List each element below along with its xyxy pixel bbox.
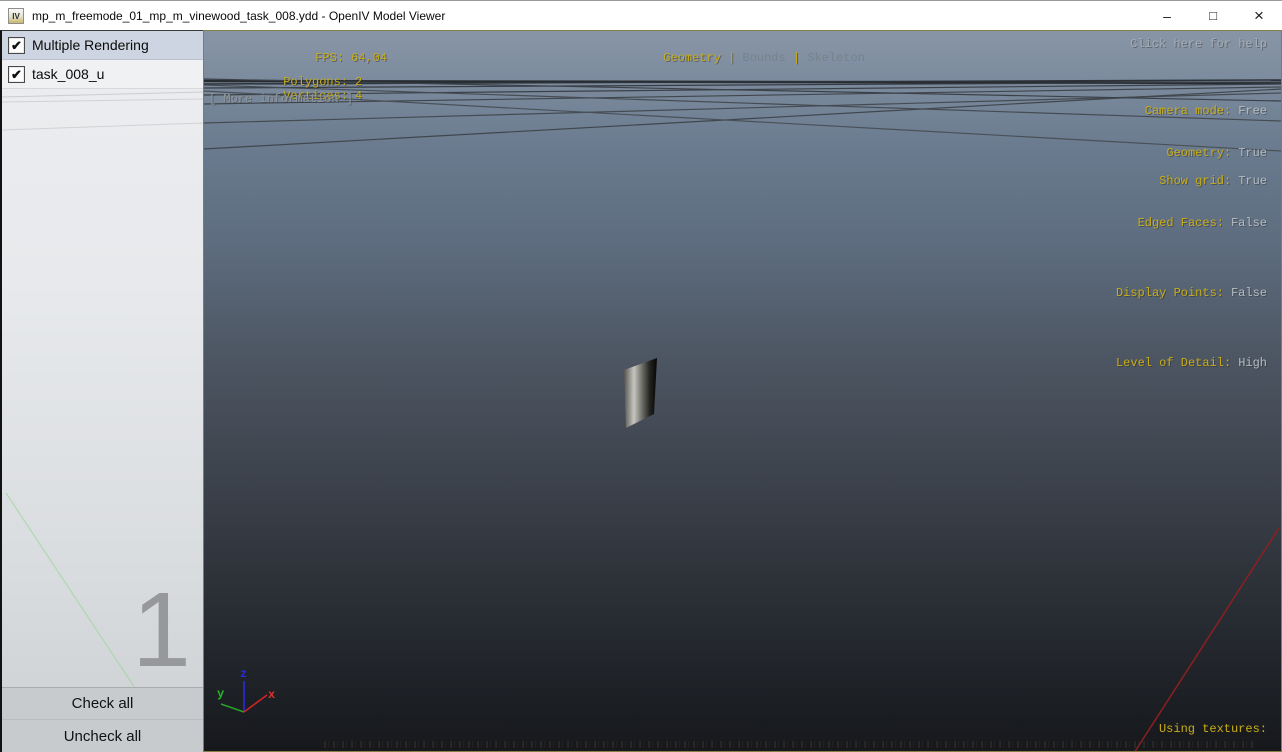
list-item-label: Multiple Rendering	[32, 37, 149, 53]
maximize-button[interactable]: □	[1190, 1, 1236, 30]
tab-bounds[interactable]: Bounds	[743, 51, 786, 65]
axis-gizmo	[220, 681, 268, 713]
list-item-multiple-rendering[interactable]: ✔ Multiple Rendering	[2, 31, 203, 60]
tab-separator: |	[785, 51, 808, 65]
clipped-bottom-artifact	[324, 741, 1254, 748]
edged-faces-label: Edged Faces:	[1137, 216, 1224, 230]
uncheck-all-button[interactable]: Uncheck all	[2, 719, 203, 752]
minimize-button[interactable]: –	[1144, 1, 1190, 30]
display-points-label: Display Points:	[1115, 286, 1224, 300]
list-actions: Check all Uncheck all	[2, 687, 203, 752]
title-bar: IV mp_m_freemode_01_mp_m_vinewood_task_0…	[0, 0, 1282, 30]
axis-y-label: y	[217, 687, 225, 701]
tab-separator: |	[720, 51, 743, 65]
model-mesh	[624, 358, 657, 428]
list-item-task-008-u[interactable]: ✔ task_008_u	[2, 60, 203, 89]
model-list-sidebar: ✔ Multiple Rendering ✔ task_008_u 1 Chec…	[0, 30, 203, 752]
3d-viewport-canvas[interactable]: z y x FPS: 64,04 Polygons: 2 Vertices: 4 [ …	[203, 30, 1282, 752]
model-count-watermark: 1	[132, 571, 191, 689]
axis-z-label: z	[240, 667, 248, 681]
window-title: mp_m_freemode_01_mp_m_vinewood_task_008.…	[32, 9, 446, 23]
tab-geometry[interactable]: Geometry	[663, 51, 721, 65]
openiv-model-viewer-window: IV mp_m_freemode_01_mp_m_vinewood_task_0…	[0, 0, 1282, 752]
close-button[interactable]: ×	[1236, 1, 1282, 30]
level-of-detail-label: Level of Detail:	[1115, 356, 1232, 370]
render-settings: Geometry: True Edged Faces: False Display …	[1058, 104, 1267, 412]
axis-x-label: x	[268, 688, 276, 702]
task-008-u-checkbox[interactable]: ✔	[8, 65, 25, 83]
check-all-button[interactable]: Check all	[2, 688, 203, 719]
list-item-label: task_008_u	[32, 66, 105, 82]
edged-faces-value[interactable]: False	[1231, 216, 1267, 230]
help-link[interactable]: Click here for help	[1130, 37, 1267, 51]
geometry-value[interactable]: True	[1238, 146, 1267, 160]
display-points-value[interactable]: False	[1231, 286, 1267, 300]
geometry-label: Geometry:	[1166, 146, 1232, 160]
tab-skeleton[interactable]: Skeleton	[807, 51, 865, 65]
using-textures-header: Using textures:	[1158, 722, 1267, 736]
app-icon: IV	[8, 8, 24, 24]
level-of-detail-value[interactable]: High	[1238, 356, 1267, 370]
multiple-rendering-checkbox[interactable]: ✔	[8, 36, 25, 54]
more-information-link[interactable]: [ More information ]	[209, 92, 353, 106]
